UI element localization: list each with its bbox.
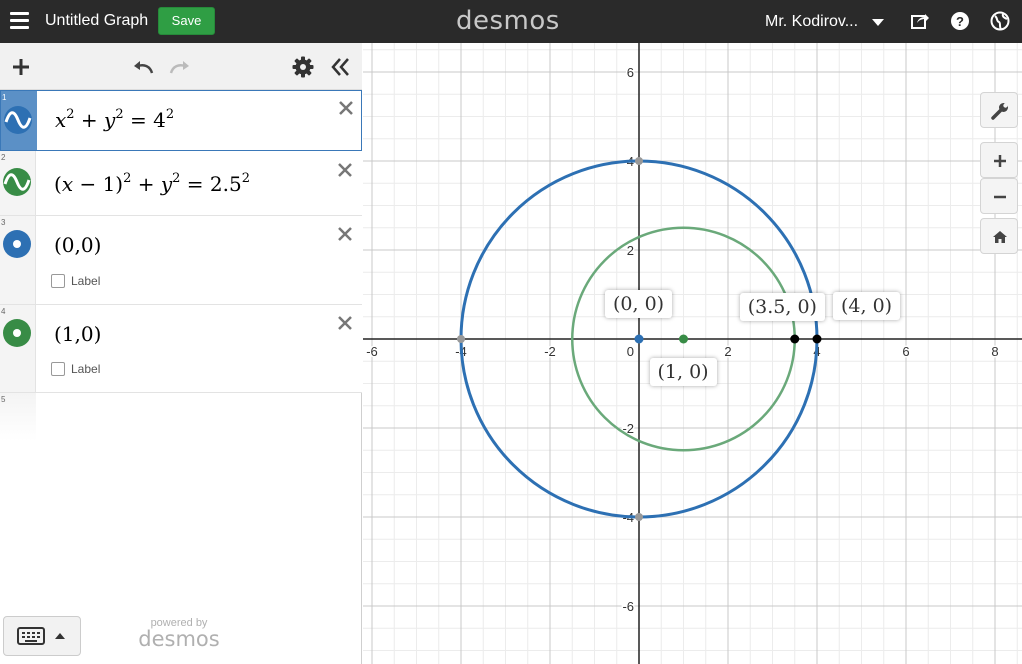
point-marker	[679, 334, 688, 344]
x-tick-label: 8	[991, 344, 998, 359]
curve-color-icon[interactable]	[2, 167, 32, 197]
help-icon[interactable]: ?	[950, 11, 970, 31]
redo-icon[interactable]	[168, 55, 192, 79]
expression-math[interactable]: (0,0)	[54, 233, 101, 257]
expression-number: 3	[1, 218, 6, 227]
zoom-in-button[interactable]	[980, 142, 1018, 178]
y-tick-label: 6	[627, 65, 634, 80]
expression-toolbar	[0, 43, 362, 90]
graph-canvas[interactable]: -6 -4 -2 0 2 4 6 8642-2-4-6	[363, 43, 1022, 664]
point-marker	[635, 513, 643, 521]
label-checkbox-text: Label	[71, 274, 101, 288]
expression-tab[interactable]: 2	[0, 151, 36, 215]
expression-row-2[interactable]: 2 (x − 1)2 + y2 = 2.52	[0, 151, 362, 216]
x-tick-label: 6	[902, 344, 909, 359]
label-checkbox-row[interactable]: Label	[51, 274, 100, 288]
y-tick-label: -6	[622, 599, 634, 614]
expression-number: 5	[1, 395, 6, 404]
x-tick-label: 0	[627, 344, 634, 359]
close-icon[interactable]	[335, 160, 355, 180]
point-marker	[635, 157, 643, 165]
powered-by-logo: desmos	[138, 627, 220, 651]
keyboard-toggle-button[interactable]	[3, 616, 81, 656]
undo-icon[interactable]	[131, 55, 155, 79]
language-icon[interactable]	[990, 11, 1010, 31]
label-checkbox[interactable]	[51, 274, 65, 288]
point-color-icon[interactable]	[2, 229, 32, 259]
plus-icon	[994, 155, 1006, 167]
add-icon[interactable]	[9, 55, 33, 79]
expression-tab[interactable]: 4	[0, 305, 36, 392]
expression-row-5[interactable]: 5	[0, 393, 362, 441]
point-marker	[634, 334, 644, 344]
graph-settings-button[interactable]	[980, 92, 1018, 128]
close-icon[interactable]	[336, 98, 356, 118]
y-tick-label: 2	[627, 243, 634, 258]
x-tick-label: 2	[724, 344, 731, 359]
point-color-icon[interactable]	[2, 318, 32, 348]
wrench-icon	[991, 103, 1008, 120]
point-marker	[457, 335, 465, 343]
point-label[interactable]: (3.5, 0)	[739, 293, 825, 321]
point-marker	[812, 334, 822, 344]
top-bar: Untitled Graph Save desmos Mr. Kodirov..…	[0, 0, 1022, 43]
close-icon[interactable]	[335, 224, 355, 244]
desmos-logo: desmos	[456, 6, 560, 36]
expression-row-3[interactable]: 3 (0,0) Label	[0, 216, 362, 305]
expression-tab[interactable]: 3	[0, 216, 36, 304]
share-icon[interactable]	[910, 11, 930, 31]
expression-row-1[interactable]: 1 x2 + y2 = 42	[0, 90, 362, 151]
caret-down-icon[interactable]	[872, 19, 884, 26]
point-label[interactable]: (4, 0)	[833, 292, 901, 320]
caret-up-icon	[55, 633, 65, 639]
expression-number: 1	[2, 93, 7, 102]
gear-icon[interactable]	[291, 55, 315, 79]
home-button[interactable]	[980, 218, 1018, 254]
close-icon[interactable]	[335, 313, 355, 333]
expression-math[interactable]: (1,0)	[54, 322, 101, 346]
expression-tab[interactable]: 5	[0, 393, 36, 441]
expression-tab[interactable]: 1	[1, 91, 37, 150]
menu-icon[interactable]	[10, 12, 29, 30]
graph-paper[interactable]: -6 -4 -2 0 2 4 6 8 6 4 2 -2 -4 -6 (0, 0) (1, 0) (3.5, 0…	[363, 43, 1022, 664]
expression-row-4[interactable]: 4 (1,0) Label	[0, 305, 362, 393]
save-button[interactable]: Save	[158, 7, 215, 35]
user-menu[interactable]: Mr. Kodirov...	[765, 13, 858, 31]
point-label[interactable]: (1, 0)	[649, 358, 717, 386]
graph-title[interactable]: Untitled Graph	[45, 12, 148, 30]
x-tick-label: -6	[366, 344, 378, 359]
label-checkbox[interactable]	[51, 362, 65, 376]
expression-math[interactable]: (x − 1)2 + y2 = 2.52	[54, 171, 250, 196]
point-label[interactable]: (0, 0)	[605, 290, 673, 318]
collapse-panel-icon[interactable]	[328, 55, 352, 79]
expression-number: 4	[1, 307, 6, 316]
home-icon	[993, 231, 1007, 243]
point-marker	[790, 334, 800, 344]
keyboard-icon	[17, 627, 45, 645]
svg-text:?: ?	[956, 14, 964, 29]
powered-by-desmos: powered by desmos	[138, 617, 220, 651]
label-checkbox-row[interactable]: Label	[51, 362, 100, 376]
x-tick-label: -2	[544, 344, 556, 359]
zoom-out-button[interactable]	[980, 178, 1018, 214]
label-checkbox-text: Label	[71, 362, 101, 376]
expression-number: 2	[1, 153, 6, 162]
expression-panel: 1 x2 + y2 = 42 2 (x − 1)2 + y2 = 2.52 3	[0, 43, 362, 664]
curve-color-icon[interactable]	[3, 105, 33, 135]
minus-icon	[994, 195, 1006, 199]
expression-math[interactable]: x2 + y2 = 42	[55, 107, 174, 132]
